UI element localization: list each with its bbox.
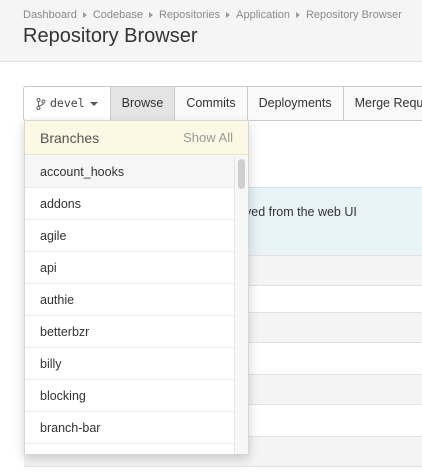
dropdown-scrollbar[interactable] <box>234 156 248 454</box>
breadcrumb-application[interactable]: Application <box>236 9 290 21</box>
tab-deployments[interactable]: Deployments <box>247 86 344 121</box>
breadcrumb: Dashboard Codebase Repositories Applicat… <box>23 9 402 21</box>
branch-dropdown-title: Branches <box>40 129 100 146</box>
row-divider <box>24 466 422 467</box>
breadcrumb-repositories[interactable]: Repositories <box>159 9 220 21</box>
branch-list: account_hooks addons agile api authie be… <box>25 156 235 444</box>
branch-dropdown: Branches Show All account_hooks addons a… <box>24 120 249 455</box>
breadcrumb-dashboard[interactable]: Dashboard <box>23 9 77 21</box>
tab-browse[interactable]: Browse <box>110 86 176 121</box>
branch-label: devel <box>50 96 85 110</box>
tab-commits[interactable]: Commits <box>175 86 248 121</box>
branch-item[interactable]: api <box>25 252 235 284</box>
breadcrumb-separator-icon <box>226 12 231 18</box>
branch-item[interactable]: agile <box>25 220 235 252</box>
repository-toolbar: devel Browse Commits Deployments Merge R… <box>23 86 422 121</box>
tab-merge-requests[interactable]: Merge Requ <box>343 86 422 121</box>
breadcrumb-separator-icon <box>148 12 153 18</box>
breadcrumb-codebase[interactable]: Codebase <box>93 9 143 21</box>
branch-dropdown-header: Branches Show All <box>25 121 248 155</box>
branch-item[interactable]: billy <box>25 348 235 380</box>
branch-icon <box>36 97 46 110</box>
branch-item[interactable]: authie <box>25 284 235 316</box>
breadcrumb-repository-browser: Repository Browser <box>305 9 402 21</box>
branch-item[interactable]: account_hooks <box>25 156 235 188</box>
info-notice-text: ved from the web UI <box>245 205 357 219</box>
scrollbar-thumb[interactable] <box>238 159 245 189</box>
chevron-down-icon <box>89 101 98 106</box>
branch-item[interactable]: blocking <box>25 380 235 412</box>
breadcrumb-separator-icon <box>295 12 300 18</box>
page-title: Repository Browser <box>23 25 198 47</box>
branch-item[interactable]: betterbzr <box>25 316 235 348</box>
branch-selector-button[interactable]: devel <box>23 86 111 121</box>
branch-item[interactable]: branch-bar <box>25 412 235 444</box>
breadcrumb-separator-icon <box>82 12 87 18</box>
show-all-link[interactable]: Show All <box>183 130 233 145</box>
branch-item[interactable]: addons <box>25 188 235 220</box>
page-header: Dashboard Codebase Repositories Applicat… <box>0 0 422 62</box>
